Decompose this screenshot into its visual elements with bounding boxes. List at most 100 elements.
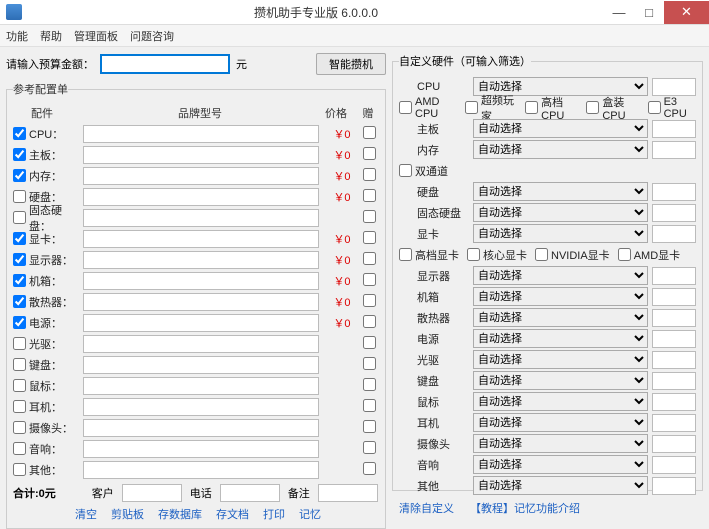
model-input[interactable] xyxy=(83,188,319,206)
part-checkbox[interactable] xyxy=(13,379,26,392)
gift-checkbox[interactable] xyxy=(363,399,376,412)
hw-check[interactable] xyxy=(467,248,480,261)
part-checkbox[interactable] xyxy=(13,316,26,329)
hw-check-label[interactable]: E3 CPU xyxy=(648,96,696,120)
part-checkbox[interactable] xyxy=(13,211,26,224)
part-checkbox[interactable] xyxy=(13,232,26,245)
hw-extra-input[interactable] xyxy=(652,183,696,201)
hw-check[interactable] xyxy=(618,248,631,261)
model-input[interactable] xyxy=(83,272,319,290)
action-link[interactable]: 存数据库 xyxy=(158,506,202,522)
hw-check[interactable] xyxy=(399,101,412,114)
hw-check[interactable] xyxy=(399,164,412,177)
minimize-button[interactable]: — xyxy=(604,1,634,24)
part-checkbox[interactable] xyxy=(13,295,26,308)
hw-select[interactable]: 自动选择 xyxy=(473,476,648,495)
part-checkbox[interactable] xyxy=(13,253,26,266)
hw-check[interactable] xyxy=(648,101,661,114)
hw-check-label[interactable]: 双通道 xyxy=(399,163,448,179)
gift-checkbox[interactable] xyxy=(363,273,376,286)
gift-checkbox[interactable] xyxy=(363,378,376,391)
hw-select[interactable]: 自动选择 xyxy=(473,329,648,348)
gift-checkbox[interactable] xyxy=(363,420,376,433)
part-checkbox[interactable] xyxy=(13,337,26,350)
part-checkbox[interactable] xyxy=(13,442,26,455)
model-input[interactable] xyxy=(83,251,319,269)
hw-extra-input[interactable] xyxy=(652,267,696,285)
hw-check-label[interactable]: 高档显卡 xyxy=(399,247,459,263)
hw-select[interactable]: 自动选择 xyxy=(473,413,648,432)
hw-extra-input[interactable] xyxy=(652,456,696,474)
gift-checkbox[interactable] xyxy=(363,315,376,328)
hw-extra-input[interactable] xyxy=(652,372,696,390)
model-input[interactable] xyxy=(83,125,319,143)
hw-extra-input[interactable] xyxy=(652,435,696,453)
action-link[interactable]: 打印 xyxy=(263,506,285,522)
phone-input[interactable] xyxy=(220,484,280,502)
hw-extra-input[interactable] xyxy=(652,204,696,222)
note-input[interactable] xyxy=(318,484,378,502)
hw-check-label[interactable]: 核心显卡 xyxy=(467,247,527,263)
gift-checkbox[interactable] xyxy=(363,147,376,160)
part-checkbox[interactable] xyxy=(13,190,26,203)
maximize-button[interactable]: □ xyxy=(634,1,664,24)
hw-check-label[interactable]: 盒装CPU xyxy=(586,94,639,122)
part-checkbox[interactable] xyxy=(13,358,26,371)
hw-select[interactable]: 自动选择 xyxy=(473,308,648,327)
customer-input[interactable] xyxy=(122,484,182,502)
model-input[interactable] xyxy=(83,146,319,164)
action-link[interactable]: 剪贴板 xyxy=(111,506,144,522)
menu-item[interactable]: 问题咨询 xyxy=(130,28,174,44)
model-input[interactable] xyxy=(83,461,319,479)
hw-select[interactable]: 自动选择 xyxy=(473,434,648,453)
hw-select[interactable]: 自动选择 xyxy=(473,182,648,201)
gift-checkbox[interactable] xyxy=(363,441,376,454)
hw-extra-input[interactable] xyxy=(652,120,696,138)
model-input[interactable] xyxy=(83,209,319,227)
hw-check[interactable] xyxy=(586,101,599,114)
part-checkbox[interactable] xyxy=(13,463,26,476)
tutorial-link[interactable]: 【教程】记忆功能介绍 xyxy=(470,500,580,516)
hw-check-label[interactable]: NVIDIA显卡 xyxy=(535,247,610,263)
clear-custom-link[interactable]: 清除自定义 xyxy=(399,500,454,516)
hw-check-label[interactable]: AMD显卡 xyxy=(618,247,680,263)
hw-check[interactable] xyxy=(535,248,548,261)
hw-select[interactable]: 自动选择 xyxy=(473,266,648,285)
hw-extra-input[interactable] xyxy=(652,477,696,495)
hw-extra-input[interactable] xyxy=(652,225,696,243)
close-button[interactable]: ✕ xyxy=(664,1,709,24)
part-checkbox[interactable] xyxy=(13,169,26,182)
hw-select[interactable]: 自动选择 xyxy=(473,140,648,159)
gift-checkbox[interactable] xyxy=(363,357,376,370)
hw-extra-input[interactable] xyxy=(652,330,696,348)
hw-check[interactable] xyxy=(399,248,412,261)
menu-item[interactable]: 功能 xyxy=(6,28,28,44)
smart-build-button[interactable]: 智能攒机 xyxy=(316,53,386,75)
gift-checkbox[interactable] xyxy=(363,210,376,223)
hw-extra-input[interactable] xyxy=(652,414,696,432)
menu-item[interactable]: 帮助 xyxy=(40,28,62,44)
part-checkbox[interactable] xyxy=(13,421,26,434)
part-checkbox[interactable] xyxy=(13,274,26,287)
model-input[interactable] xyxy=(83,398,319,416)
hw-select[interactable]: 自动选择 xyxy=(473,455,648,474)
hw-check[interactable] xyxy=(465,101,478,114)
gift-checkbox[interactable] xyxy=(363,168,376,181)
budget-input[interactable] xyxy=(100,54,230,74)
hw-select[interactable]: 自动选择 xyxy=(473,119,648,138)
gift-checkbox[interactable] xyxy=(363,126,376,139)
menu-item[interactable]: 管理面板 xyxy=(74,28,118,44)
hw-select[interactable]: 自动选择 xyxy=(473,392,648,411)
model-input[interactable] xyxy=(83,440,319,458)
gift-checkbox[interactable] xyxy=(363,462,376,475)
hw-select[interactable]: 自动选择 xyxy=(473,203,648,222)
model-input[interactable] xyxy=(83,314,319,332)
part-checkbox[interactable] xyxy=(13,127,26,140)
gift-checkbox[interactable] xyxy=(363,294,376,307)
model-input[interactable] xyxy=(83,419,319,437)
model-input[interactable] xyxy=(83,230,319,248)
hw-select[interactable]: 自动选择 xyxy=(473,287,648,306)
hw-select[interactable]: 自动选择 xyxy=(473,371,648,390)
hw-check-label[interactable]: AMD CPU xyxy=(399,96,457,120)
model-input[interactable] xyxy=(83,335,319,353)
